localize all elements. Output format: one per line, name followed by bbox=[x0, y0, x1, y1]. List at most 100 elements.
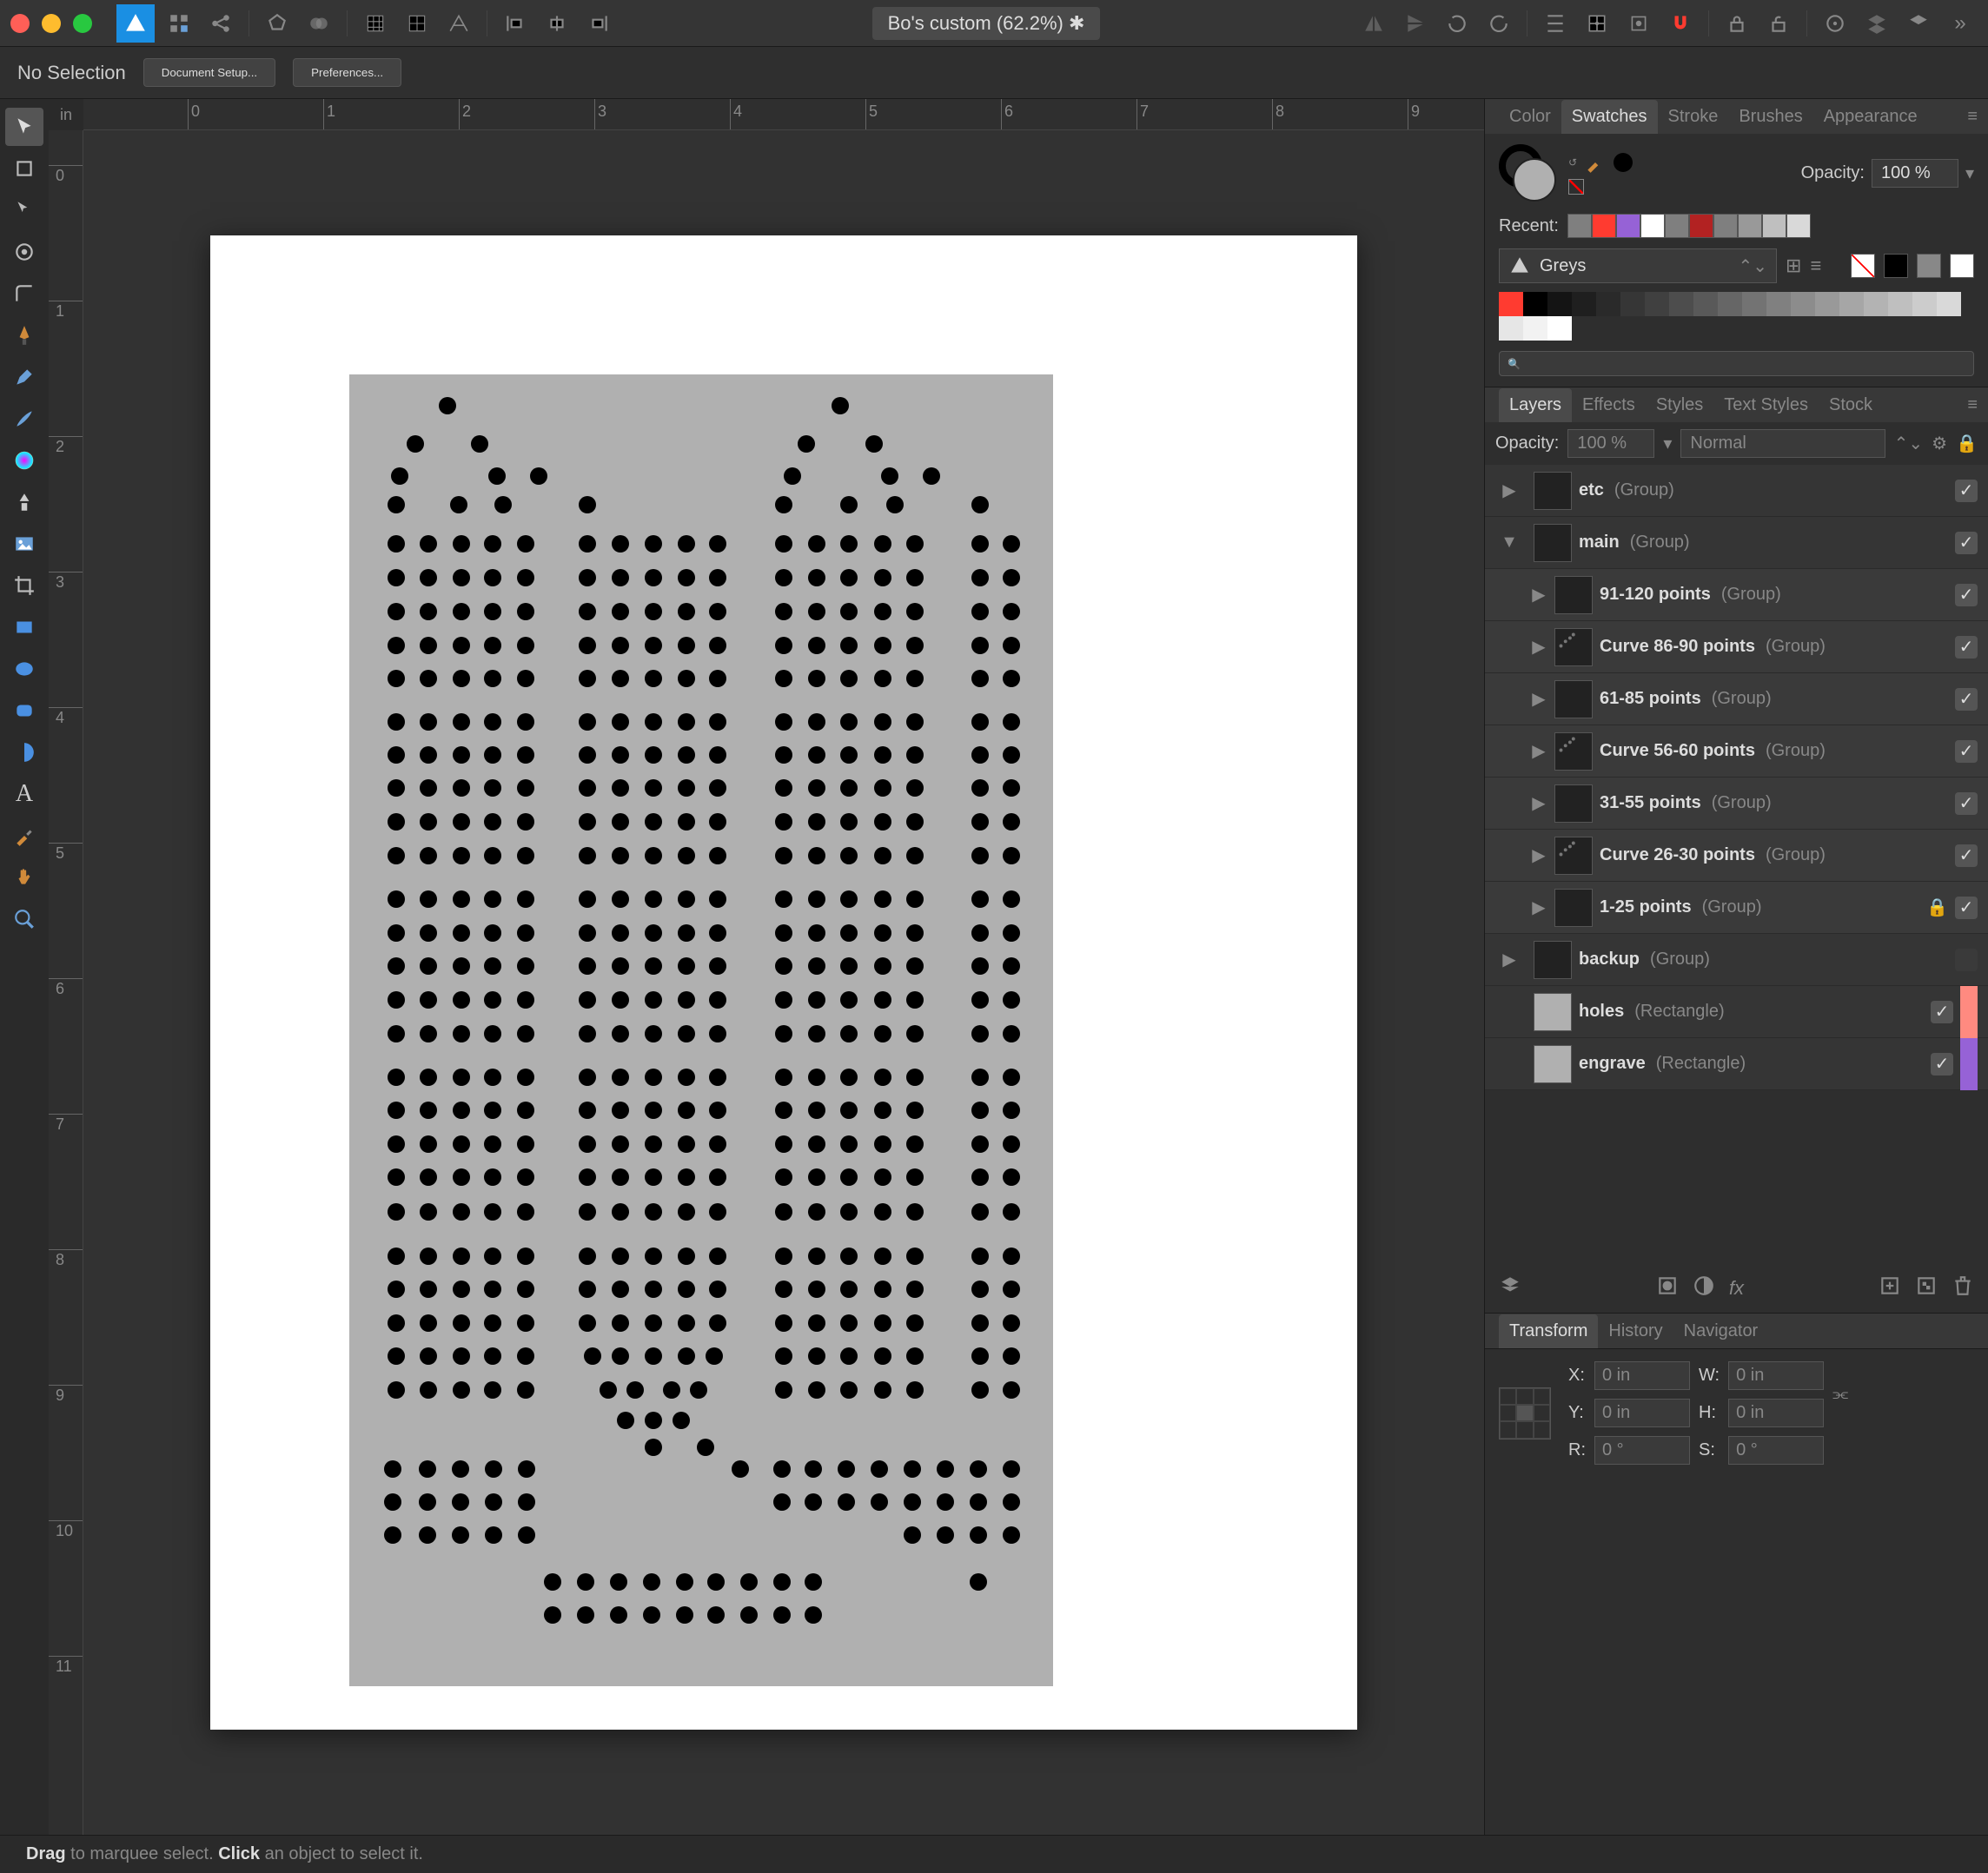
corner-tool[interactable] bbox=[5, 275, 43, 313]
mask-icon[interactable] bbox=[1656, 1274, 1679, 1302]
vertical-ruler[interactable]: 01234567891011 bbox=[49, 130, 83, 1835]
layer-expand-icon[interactable]: ▶ bbox=[1513, 792, 1547, 814]
grid-icon[interactable] bbox=[358, 6, 393, 41]
layer-opacity-field[interactable]: 100 % bbox=[1567, 429, 1654, 458]
grey-swatch[interactable] bbox=[1917, 254, 1941, 278]
recent-swatch[interactable] bbox=[1567, 214, 1592, 238]
palette-swatch[interactable] bbox=[1523, 292, 1547, 316]
palette-swatch[interactable] bbox=[1620, 292, 1645, 316]
none-swatch-icon[interactable] bbox=[1568, 179, 1584, 195]
ellipse-tool[interactable] bbox=[5, 650, 43, 688]
opacity-dropdown-icon[interactable]: ▾ bbox=[1965, 162, 1974, 184]
palette-swatch[interactable] bbox=[1693, 292, 1718, 316]
palette-swatch[interactable] bbox=[1645, 292, 1669, 316]
layer-row[interactable]: ▶Curve 56-60 points(Group)✓ bbox=[1485, 725, 1988, 778]
recent-swatch[interactable] bbox=[1713, 214, 1738, 238]
layers-stack-icon[interactable] bbox=[1859, 6, 1894, 41]
node-tool[interactable] bbox=[5, 191, 43, 229]
place-image-tool[interactable] bbox=[5, 525, 43, 563]
color-tab[interactable]: Color bbox=[1499, 100, 1561, 134]
canvas-viewport[interactable] bbox=[83, 130, 1484, 1835]
x-field[interactable]: 0 in bbox=[1594, 1361, 1690, 1390]
preferences-button[interactable]: Preferences... bbox=[293, 58, 401, 87]
fill-tool[interactable] bbox=[5, 441, 43, 480]
black-swatch[interactable] bbox=[1884, 254, 1908, 278]
flip-h-icon[interactable] bbox=[1356, 6, 1391, 41]
swatches-tab[interactable]: Swatches bbox=[1561, 100, 1658, 134]
appearance-tab[interactable]: Appearance bbox=[1813, 100, 1928, 134]
minimize-window-button[interactable] bbox=[42, 14, 61, 33]
transparency-tool[interactable] bbox=[5, 483, 43, 521]
layer-visibility-checkbox[interactable]: ✓ bbox=[1931, 1001, 1953, 1023]
layer-visibility-checkbox[interactable]: ✓ bbox=[1955, 688, 1978, 711]
align3-icon[interactable] bbox=[581, 6, 616, 41]
unlock-icon[interactable] bbox=[1761, 6, 1796, 41]
crop-tool[interactable] bbox=[5, 566, 43, 605]
r-field[interactable]: 0 ° bbox=[1594, 1436, 1690, 1465]
artboard[interactable] bbox=[210, 235, 1357, 1730]
layer-row[interactable]: engrave(Rectangle)✓ bbox=[1485, 1038, 1988, 1090]
palette-swatch[interactable] bbox=[1937, 292, 1961, 316]
layer-row[interactable]: ▶31-55 points(Group)✓ bbox=[1485, 778, 1988, 830]
document-tab[interactable]: Bo's custom (62.2%) ✱ bbox=[872, 7, 1101, 40]
zoom-tool[interactable] bbox=[5, 900, 43, 938]
fx-icon[interactable]: fx bbox=[1729, 1277, 1744, 1300]
layer-color-tag[interactable] bbox=[1960, 1038, 1978, 1090]
palette-swatch[interactable] bbox=[1839, 292, 1864, 316]
palette-swatch[interactable] bbox=[1523, 316, 1547, 341]
recent-swatch[interactable] bbox=[1762, 214, 1786, 238]
align1-icon[interactable] bbox=[498, 6, 533, 41]
rounded-rectangle-tool[interactable] bbox=[5, 692, 43, 730]
layer-visibility-checkbox[interactable]: ✓ bbox=[1955, 844, 1978, 867]
brushes-tab[interactable]: Brushes bbox=[1728, 100, 1812, 134]
ruler-unit-label[interactable]: in bbox=[49, 99, 83, 130]
recent-swatch[interactable] bbox=[1665, 214, 1689, 238]
layer-row[interactable]: ▶Curve 86-90 points(Group)✓ bbox=[1485, 621, 1988, 673]
recent-swatch[interactable] bbox=[1616, 214, 1640, 238]
layer-row[interactable]: ▶etc(Group)✓ bbox=[1485, 465, 1988, 517]
layer-row[interactable]: ▶backup(Group) bbox=[1485, 934, 1988, 986]
layers-stack2-icon[interactable] bbox=[1901, 6, 1936, 41]
layer-expand-icon[interactable]: ▼ bbox=[1492, 533, 1527, 553]
boolean-icon[interactable] bbox=[302, 6, 336, 41]
palette-swatch[interactable] bbox=[1766, 292, 1791, 316]
layer-row[interactable]: ▶1-25 points(Group)🔒✓ bbox=[1485, 882, 1988, 934]
blend-mode-dropdown-icon[interactable]: ⌃⌄ bbox=[1894, 433, 1924, 454]
artboard-tool[interactable] bbox=[5, 149, 43, 188]
h-field[interactable]: 0 in bbox=[1728, 1399, 1824, 1427]
add-layer-icon[interactable] bbox=[1879, 1274, 1901, 1302]
layer-visibility-checkbox[interactable]: ✓ bbox=[1955, 636, 1978, 659]
y-field[interactable]: 0 in bbox=[1594, 1399, 1690, 1427]
perspective-icon[interactable] bbox=[441, 6, 476, 41]
blend-mode-select[interactable]: Normal bbox=[1680, 429, 1885, 458]
pan-tool[interactable] bbox=[5, 858, 43, 897]
fill-stroke-well[interactable] bbox=[1499, 144, 1556, 202]
document-setup-button[interactable]: Document Setup... bbox=[143, 58, 275, 87]
layer-expand-icon[interactable]: ▶ bbox=[1492, 949, 1527, 970]
transform-tab[interactable]: Transform bbox=[1499, 1314, 1598, 1348]
text-tool[interactable]: A bbox=[5, 775, 43, 813]
stock-tab[interactable]: Stock bbox=[1819, 388, 1883, 422]
layer-expand-icon[interactable]: ▶ bbox=[1513, 740, 1547, 762]
layer-row[interactable]: ▶61-85 points(Group)✓ bbox=[1485, 673, 1988, 725]
layer-visibility-checkbox[interactable]: ✓ bbox=[1955, 532, 1978, 554]
layer-row[interactable]: holes(Rectangle)✓ bbox=[1485, 986, 1988, 1038]
navigator-tab[interactable]: Navigator bbox=[1673, 1314, 1769, 1348]
layer-visibility-checkbox[interactable]: ✓ bbox=[1955, 897, 1978, 919]
layer-expand-icon[interactable]: ▶ bbox=[1492, 480, 1527, 501]
layer-visibility-checkbox[interactable]: ✓ bbox=[1955, 792, 1978, 815]
palette-swatch[interactable] bbox=[1572, 292, 1596, 316]
layer-color-tag[interactable] bbox=[1960, 986, 1978, 1038]
palette-swatch[interactable] bbox=[1912, 292, 1937, 316]
eyedropper-icon[interactable] bbox=[1584, 151, 1607, 174]
close-window-button[interactable] bbox=[10, 14, 30, 33]
snap-grid-icon[interactable] bbox=[1580, 6, 1614, 41]
palette-swatch[interactable] bbox=[1742, 292, 1766, 316]
rotate-cw-icon[interactable] bbox=[1481, 6, 1516, 41]
palette-swatch[interactable] bbox=[1547, 292, 1572, 316]
lock-icon[interactable] bbox=[1720, 6, 1754, 41]
recent-swatch[interactable] bbox=[1689, 214, 1713, 238]
recent-swatch[interactable] bbox=[1592, 214, 1616, 238]
layer-lock-icon[interactable]: 🔒 bbox=[1956, 433, 1978, 454]
flip-v-icon[interactable] bbox=[1398, 6, 1433, 41]
